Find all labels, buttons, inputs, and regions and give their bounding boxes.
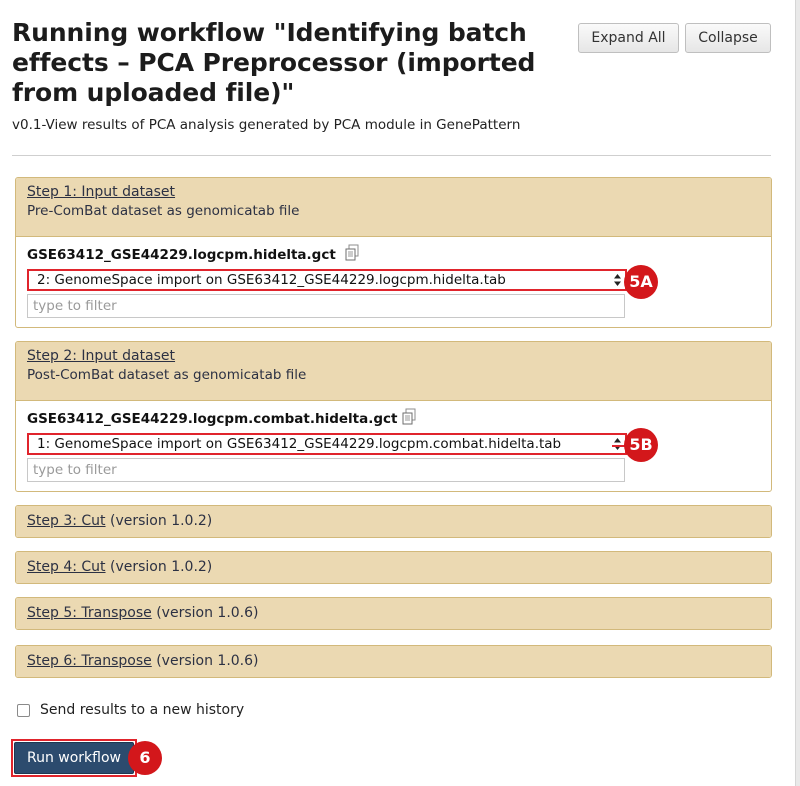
run-workflow-button[interactable]: Run workflow — [14, 742, 134, 774]
step-3-title-link[interactable]: Step 3: Cut — [27, 513, 106, 529]
step-1-filter-input[interactable]: type to filter — [27, 294, 625, 318]
step-6-title-link[interactable]: Step 6: Transpose — [27, 653, 152, 669]
step-5-title-link[interactable]: Step 5: Transpose — [27, 605, 152, 621]
step-4-panel[interactable]: Step 4: Cut (version 1.0.2) — [15, 551, 772, 584]
step-3-header: Step 3: Cut (version 1.0.2) — [16, 506, 771, 537]
callout-badge-5a: 5A — [624, 265, 658, 299]
select-arrows-icon — [614, 274, 621, 286]
callout-badge-6: 6 — [128, 741, 162, 775]
step-3-version: (version 1.0.2) — [110, 513, 213, 529]
step-6-version: (version 1.0.6) — [156, 653, 259, 669]
step-5-header: Step 5: Transpose (version 1.0.6) — [16, 598, 771, 629]
step-2-header: Step 2: Input dataset Post-ComBat datase… — [16, 342, 771, 400]
step-5-panel[interactable]: Step 5: Transpose (version 1.0.6) — [15, 597, 772, 630]
divider — [12, 155, 771, 156]
step-2-panel: Step 2: Input dataset Post-ComBat datase… — [15, 341, 772, 492]
copy-icon[interactable] — [400, 408, 418, 426]
collapse-button[interactable]: Collapse — [685, 23, 771, 53]
step-1-panel: Step 1: Input dataset Pre-ComBat dataset… — [15, 177, 772, 328]
callout-badge-5b: 5B — [624, 428, 658, 462]
step-1-selected-value: 2: GenomeSpace import on GSE63412_GSE442… — [37, 272, 506, 288]
send-to-new-history-label: Send results to a new history — [40, 702, 245, 718]
select-arrows-icon — [614, 438, 621, 450]
step-2-title-link[interactable]: Step 2: Input dataset — [27, 348, 175, 364]
step-4-title-link[interactable]: Step 4: Cut — [27, 559, 106, 575]
step-2-filter-input[interactable]: type to filter — [27, 458, 625, 482]
send-to-new-history-checkbox[interactable] — [17, 704, 30, 717]
page-title: Running workflow "Identifying batch effe… — [12, 18, 536, 107]
step-1-header: Step 1: Input dataset Pre-ComBat dataset… — [16, 178, 771, 236]
step-4-header: Step 4: Cut (version 1.0.2) — [16, 552, 771, 583]
step-1-title-link[interactable]: Step 1: Input dataset — [27, 184, 175, 200]
workflow-annotation: v0.1-View results of PCA analysis genera… — [12, 117, 521, 133]
window-edge — [795, 0, 800, 786]
step-2-input-label: GSE63412_GSE44229.logcpm.combat.hidelta.… — [27, 411, 398, 427]
step-2-selected-value: 1: GenomeSpace import on GSE63412_GSE442… — [37, 436, 562, 452]
expand-all-button[interactable]: Expand All — [578, 23, 679, 53]
step-2-description: Post-ComBat dataset as genomicatab file — [27, 367, 307, 383]
copy-icon[interactable] — [343, 244, 361, 262]
step-1-input-label: GSE63412_GSE44229.logcpm.hidelta.gct — [27, 247, 336, 263]
step-6-header: Step 6: Transpose (version 1.0.6) — [16, 646, 771, 677]
step-1-description: Pre-ComBat dataset as genomicatab file — [27, 203, 300, 219]
step-1-dataset-select[interactable]: 2: GenomeSpace import on GSE63412_GSE442… — [27, 269, 627, 291]
step-3-panel[interactable]: Step 3: Cut (version 1.0.2) — [15, 505, 772, 538]
step-5-version: (version 1.0.6) — [156, 605, 259, 621]
step-6-panel[interactable]: Step 6: Transpose (version 1.0.6) — [15, 645, 772, 678]
step-4-version: (version 1.0.2) — [110, 559, 213, 575]
step-2-dataset-select[interactable]: 1: GenomeSpace import on GSE63412_GSE442… — [27, 433, 627, 455]
